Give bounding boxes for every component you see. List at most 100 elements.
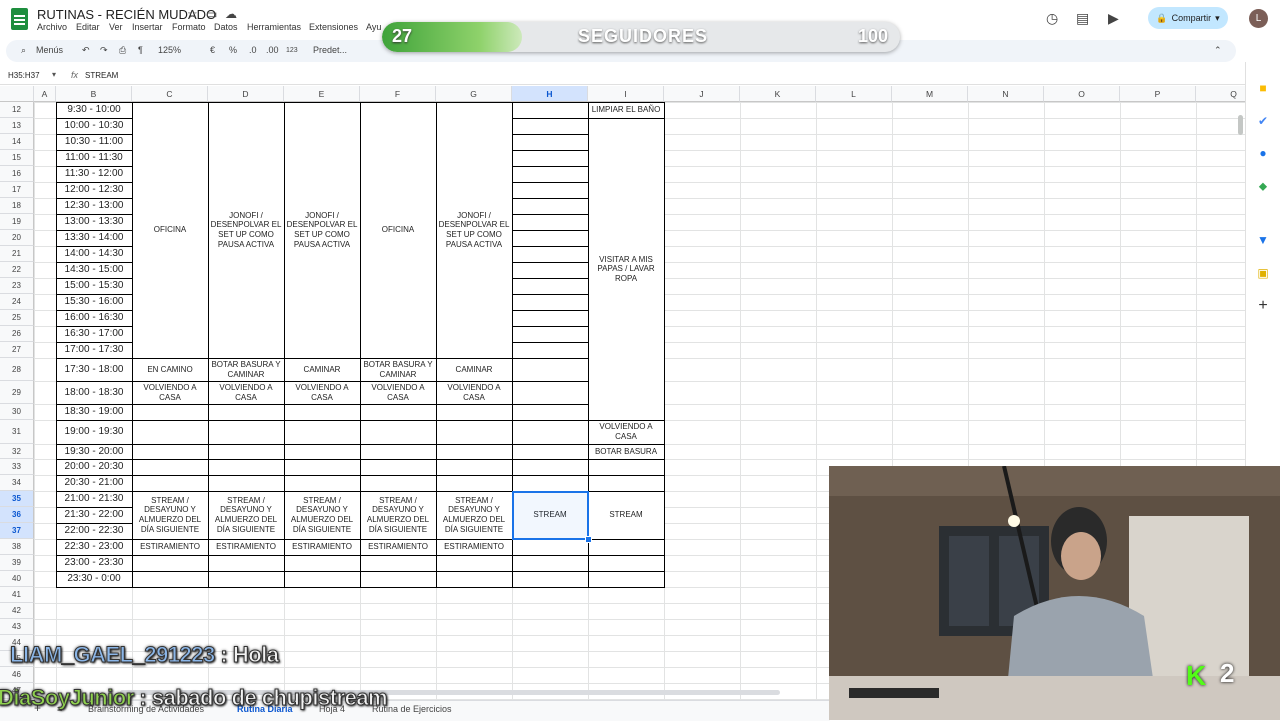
empty-cell[interactable] (435, 474, 513, 492)
menu-herramientas[interactable]: Herramientas (247, 22, 301, 32)
empty-cell[interactable] (359, 458, 437, 476)
column-header-j[interactable]: J (664, 86, 740, 102)
activity-cell[interactable]: ESTIRAMIENTO (359, 538, 437, 556)
activity-cell[interactable]: VOLVIENDO A CASA (131, 380, 209, 405)
empty-cell[interactable] (283, 458, 361, 476)
add-addon-icon[interactable]: + (1256, 298, 1270, 314)
empty-cell[interactable] (283, 419, 361, 445)
vertical-scrollbar[interactable] (1238, 115, 1243, 135)
activity-cell[interactable]: CAMINAR (283, 357, 361, 382)
time-cell[interactable]: 15:30 - 16:00 (55, 293, 133, 311)
empty-cell[interactable] (587, 538, 665, 556)
empty-cell[interactable] (511, 325, 589, 343)
time-cell[interactable]: 20:30 - 21:00 (55, 474, 133, 492)
time-cell[interactable]: 23:00 - 23:30 (55, 554, 133, 572)
time-cell[interactable]: 22:00 - 22:30 (55, 522, 133, 540)
activity-cell[interactable]: STREAM / DESAYUNO Y ALMUERZO DEL DÍA SIG… (283, 490, 361, 540)
activity-cell[interactable]: BOTAR BASURA (587, 443, 665, 460)
empty-cell[interactable] (587, 554, 665, 572)
time-cell[interactable]: 14:30 - 15:00 (55, 261, 133, 279)
empty-cell[interactable] (587, 474, 665, 492)
empty-cell[interactable] (511, 474, 589, 492)
empty-cell[interactable] (359, 443, 437, 460)
time-cell[interactable]: 14:00 - 14:30 (55, 245, 133, 263)
menu-ayuda[interactable]: Ayu (366, 22, 381, 32)
number-format-button[interactable]: 123 (286, 47, 298, 54)
activity-cell[interactable]: VOLVIENDO A CASA (283, 380, 361, 405)
row-header-20[interactable]: 20 (0, 230, 34, 246)
column-header-m[interactable]: M (892, 86, 968, 102)
empty-cell[interactable] (359, 419, 437, 445)
empty-cell[interactable] (207, 443, 285, 460)
menus-search[interactable]: Menús (36, 45, 63, 55)
row-header-46[interactable]: 46 (0, 667, 34, 683)
empty-cell[interactable] (511, 133, 589, 151)
filter-addon-icon[interactable]: ▼ (1256, 233, 1270, 247)
row-header-30[interactable]: 30 (0, 404, 34, 420)
activity-cell[interactable]: STREAM / DESAYUNO Y ALMUERZO DEL DÍA SIG… (359, 490, 437, 540)
meet-icon[interactable]: ▶ (1108, 10, 1119, 27)
search-icon[interactable]: ⌕ (21, 45, 26, 56)
column-header-p[interactable]: P (1120, 86, 1196, 102)
row-header-38[interactable]: 38 (0, 539, 34, 555)
activity-cell[interactable]: ESTIRAMIENTO (435, 538, 513, 556)
activity-cell[interactable]: VOLVIENDO A CASA (435, 380, 513, 405)
empty-cell[interactable] (511, 117, 589, 135)
print-icon[interactable]: ⎙ (119, 45, 126, 56)
menu-editar[interactable]: Editar (76, 22, 100, 32)
activity-cell[interactable]: ESTIRAMIENTO (283, 538, 361, 556)
decrease-decimal-button[interactable]: .0 (249, 45, 257, 55)
empty-cell[interactable] (511, 554, 589, 572)
activity-cell[interactable]: ESTIRAMIENTO (131, 538, 209, 556)
activity-cell[interactable]: OFICINA (131, 101, 209, 359)
select-all-corner[interactable] (0, 86, 34, 102)
empty-cell[interactable] (511, 380, 589, 405)
activity-cell[interactable]: LIMPIAR EL BAÑO (587, 101, 665, 119)
zoom-select[interactable]: 125% (158, 45, 181, 55)
activity-cell[interactable]: STREAM / DESAYUNO Y ALMUERZO DEL DÍA SIG… (131, 490, 209, 540)
row-header-35[interactable]: 35 (0, 491, 34, 507)
row-header-15[interactable]: 15 (0, 150, 34, 166)
column-header-n[interactable]: N (968, 86, 1044, 102)
empty-cell[interactable] (511, 458, 589, 476)
redo-icon[interactable]: ↷ (100, 45, 108, 56)
row-header-25[interactable]: 25 (0, 310, 34, 326)
row-header-13[interactable]: 13 (0, 118, 34, 134)
maps-icon[interactable]: ⬥ (1256, 179, 1270, 193)
empty-cell[interactable] (511, 443, 589, 460)
column-header-l[interactable]: L (816, 86, 892, 102)
empty-cell[interactable] (131, 570, 209, 588)
row-header-18[interactable]: 18 (0, 198, 34, 214)
time-cell[interactable]: 19:00 - 19:30 (55, 419, 133, 445)
empty-cell[interactable] (511, 149, 589, 167)
row-header-40[interactable]: 40 (0, 571, 34, 587)
empty-cell[interactable] (283, 474, 361, 492)
activity-cell[interactable]: JONOFI / DESENPOLVAR EL SET UP COMO PAUS… (435, 101, 513, 359)
empty-cell[interactable] (435, 419, 513, 445)
time-cell[interactable]: 22:30 - 23:00 (55, 538, 133, 556)
contacts-icon[interactable]: ● (1256, 146, 1270, 160)
time-cell[interactable]: 18:00 - 18:30 (55, 380, 133, 405)
undo-icon[interactable]: ↶ (82, 45, 90, 56)
time-cell[interactable]: 16:30 - 17:00 (55, 325, 133, 343)
empty-cell[interactable] (359, 570, 437, 588)
column-header-f[interactable]: F (360, 86, 436, 102)
empty-cell[interactable] (359, 403, 437, 421)
comments-icon[interactable]: ▤ (1076, 10, 1089, 27)
row-header-33[interactable]: 33 (0, 459, 34, 475)
row-header-26[interactable]: 26 (0, 326, 34, 342)
row-header-42[interactable]: 42 (0, 603, 34, 619)
time-cell[interactable]: 12:30 - 13:00 (55, 197, 133, 215)
time-cell[interactable]: 23:30 - 0:00 (55, 570, 133, 588)
menu-insertar[interactable]: Insertar (132, 22, 163, 32)
time-cell[interactable]: 13:00 - 13:30 (55, 213, 133, 231)
empty-cell[interactable] (511, 357, 589, 382)
activity-cell[interactable]: BOTAR BASURA Y CAMINAR (359, 357, 437, 382)
activity-cell[interactable]: STREAM / DESAYUNO Y ALMUERZO DEL DÍA SIG… (435, 490, 513, 540)
name-box[interactable]: H35:H37 (8, 71, 40, 80)
row-header-19[interactable]: 19 (0, 214, 34, 230)
font-select[interactable]: Predet... (313, 45, 347, 55)
empty-cell[interactable] (207, 419, 285, 445)
time-cell[interactable]: 16:00 - 16:30 (55, 309, 133, 327)
time-cell[interactable]: 17:30 - 18:00 (55, 357, 133, 382)
